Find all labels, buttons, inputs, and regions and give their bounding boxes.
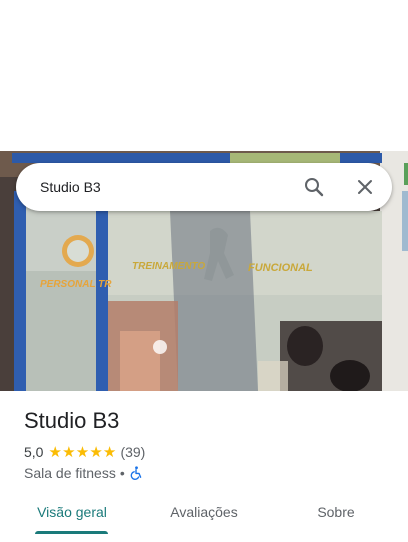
category-row: Sala de fitness • bbox=[24, 463, 143, 483]
star-rating: ★ ★ ★ ★ ★ bbox=[48, 442, 117, 462]
star-icon: ★ bbox=[89, 443, 103, 461]
separator-dot: • bbox=[119, 465, 125, 481]
place-sheet: PERSONAL TR TREINAMENTO FUNCIONAL Studio… bbox=[0, 0, 408, 542]
tab-reviews[interactable]: Avaliações bbox=[152, 492, 256, 534]
place-title: Studio B3 bbox=[24, 408, 120, 433]
photo-sign-funcional: FUNCIONAL bbox=[248, 262, 313, 274]
rating-row[interactable]: 5,0 ★ ★ ★ ★ ★ (39) bbox=[24, 442, 145, 462]
tab-overview[interactable]: Visão geral bbox=[24, 492, 120, 534]
star-icon: ★ bbox=[62, 443, 76, 461]
search-icon[interactable] bbox=[302, 175, 326, 199]
star-icon: ★ bbox=[48, 443, 62, 461]
close-icon[interactable] bbox=[353, 175, 377, 199]
photo-sign-personal: PERSONAL TR bbox=[40, 279, 112, 290]
search-input[interactable]: Studio B3 bbox=[40, 163, 101, 211]
place-category[interactable]: Sala de fitness bbox=[24, 465, 116, 481]
selected-tab-indicator bbox=[35, 531, 108, 534]
star-icon: ★ bbox=[75, 443, 90, 461]
photo-sign-treinamento: TREINAMENTO bbox=[132, 261, 205, 272]
star-icon: ★ bbox=[102, 443, 117, 461]
place-tabs: Visão geral Avaliações Sobre bbox=[0, 492, 408, 542]
review-count[interactable]: (39) bbox=[120, 444, 145, 460]
tab-about[interactable]: Sobre bbox=[296, 492, 376, 534]
rating-value: 5,0 bbox=[24, 444, 44, 460]
search-bar[interactable]: Studio B3 bbox=[16, 163, 392, 211]
wheelchair-icon bbox=[129, 466, 143, 480]
